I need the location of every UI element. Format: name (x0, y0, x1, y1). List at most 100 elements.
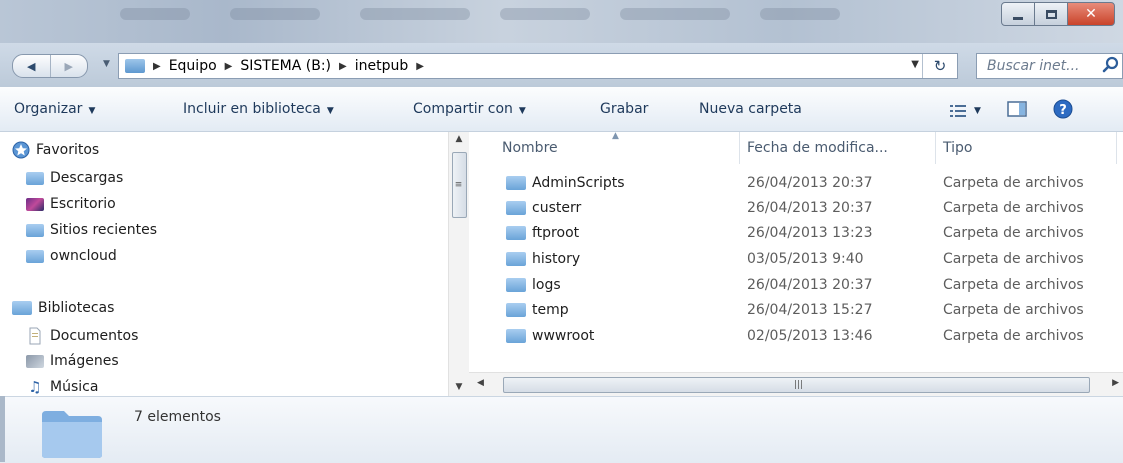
view-controls: ▼ ? (950, 99, 1073, 123)
music-icon: ♫ (28, 378, 42, 396)
chevron-down-icon: ▼ (518, 106, 526, 116)
column-divider[interactable] (935, 132, 936, 164)
file-date: 26/04/2013 15:27 (747, 301, 873, 318)
scrollbar-thumb[interactable]: ||| (503, 377, 1090, 393)
blurred-title-text (620, 8, 730, 20)
desktop-icon (26, 197, 44, 211)
breadcrumb-separator-icon[interactable]: ▶ (339, 61, 347, 72)
share-with-menu-button[interactable]: Compartir con ▼ (413, 101, 526, 117)
folder-icon (506, 277, 526, 292)
file-date: 03/05/2013 9:40 (747, 250, 864, 267)
breadcrumb-inetpub[interactable]: inetpub (355, 58, 409, 74)
folder-icon (506, 328, 526, 343)
window-frame-edge (0, 396, 5, 462)
file-type: Carpeta de archivos (943, 174, 1084, 191)
scroll-left-icon[interactable]: ◀ (477, 378, 484, 388)
column-header-name[interactable]: Nombre (502, 132, 558, 164)
sidebar-item-sitios-recientes[interactable]: Sitios recientes (26, 222, 157, 238)
preview-pane-button[interactable] (1007, 101, 1027, 121)
column-header-label: Nombre (502, 140, 558, 156)
table-row[interactable]: ftproot 26/04/2013 13:23 Carpeta de arch… (469, 220, 1123, 245)
maximize-button[interactable] (1034, 2, 1068, 26)
sidebar-item-descargas[interactable]: Descargas (26, 170, 123, 186)
recent-locations-dropdown[interactable]: ▼ (103, 59, 110, 69)
blurred-title-text (230, 8, 320, 20)
table-row[interactable]: wwwroot 02/05/2013 13:46 Carpeta de arch… (469, 323, 1123, 348)
sidebar-item-musica[interactable]: ♫ Música (26, 378, 98, 396)
sidebar-item-escritorio[interactable]: Escritorio (26, 196, 116, 212)
forward-arrow-icon: ▶ (64, 59, 73, 73)
favorites-star-icon (12, 141, 30, 159)
sidebar-item-favorites[interactable]: Favoritos (12, 141, 99, 159)
search-input[interactable]: Buscar inet... (987, 58, 1079, 74)
sidebar-label: Imágenes (50, 353, 119, 369)
recent-places-icon (26, 223, 44, 237)
file-date: 26/04/2013 20:37 (747, 276, 873, 293)
refresh-button[interactable]: ↻ (922, 54, 957, 78)
file-date: 02/05/2013 13:46 (747, 327, 873, 344)
file-name: history (532, 250, 581, 267)
new-folder-button[interactable]: Nueva carpeta (699, 101, 802, 117)
search-box[interactable]: Buscar inet... (976, 53, 1123, 79)
scroll-down-icon[interactable]: ▼ (449, 382, 469, 392)
table-row[interactable]: history 03/05/2013 9:40 Carpeta de archi… (469, 246, 1123, 271)
file-type: Carpeta de archivos (943, 224, 1084, 241)
column-header-label: Tipo (943, 140, 973, 156)
column-header-date[interactable]: Fecha de modifica... (747, 132, 888, 164)
preview-pane-icon (1007, 101, 1027, 117)
address-history-dropdown-icon[interactable]: ▼ (911, 59, 919, 70)
folder-icon (26, 249, 44, 263)
sidebar-item-documentos[interactable]: Documentos (26, 327, 138, 345)
scroll-right-icon[interactable]: ▶ (1112, 378, 1119, 388)
column-divider[interactable] (739, 132, 740, 164)
close-button[interactable]: ✕ (1067, 2, 1115, 26)
file-name: temp (532, 301, 569, 318)
sidebar-item-bibliotecas[interactable]: Bibliotecas (12, 300, 114, 316)
back-button[interactable]: ◀ (13, 55, 50, 77)
sidebar-label: Música (50, 379, 99, 395)
command-bar: Organizar ▼ Incluir en biblioteca ▼ Compar… (0, 87, 1123, 132)
minimize-icon (1013, 16, 1023, 20)
scroll-up-icon[interactable]: ▲ (449, 134, 469, 144)
minimize-button[interactable] (1001, 2, 1035, 26)
sidebar-label: owncloud (50, 248, 117, 264)
file-type: Carpeta de archivos (943, 301, 1084, 318)
sidebar-label: Escritorio (50, 196, 116, 212)
file-list-horizontal-scrollbar[interactable]: ◀ ||| ▶ (469, 372, 1123, 397)
breadcrumb-drive[interactable]: SISTEMA (B:) (240, 58, 331, 74)
column-divider[interactable] (1116, 132, 1117, 164)
forward-button[interactable]: ▶ (49, 55, 88, 77)
table-row[interactable]: logs 26/04/2013 20:37 Carpeta de archivo… (469, 272, 1123, 297)
refresh-icon: ↻ (933, 57, 947, 75)
help-button[interactable]: ? (1053, 99, 1073, 123)
sidebar-item-imagenes[interactable]: Imágenes (26, 353, 119, 369)
blurred-title-text (120, 8, 190, 20)
burn-button[interactable]: Grabar (600, 101, 648, 117)
sidebar-label: Favoritos (36, 142, 100, 158)
breadcrumb-equipo[interactable]: Equipo (169, 58, 217, 74)
table-row[interactable]: custerr 26/04/2013 20:37 Carpeta de arch… (469, 195, 1123, 220)
sidebar-item-owncloud[interactable]: owncloud (26, 248, 117, 264)
blurred-title-text (760, 8, 840, 20)
file-list: Nombre ▲ Fecha de modifica... Tipo Admin… (469, 131, 1123, 372)
organize-label: Organizar (14, 101, 83, 117)
address-bar[interactable]: ▶ Equipo ▶ SISTEMA (B:) ▶ inetpub ▶ ▼ ↻ (118, 53, 958, 79)
include-library-menu-button[interactable]: Incluir en biblioteca ▼ (183, 101, 334, 117)
table-row[interactable]: temp 26/04/2013 15:27 Carpeta de archivo… (469, 297, 1123, 322)
change-view-button[interactable]: ▼ (950, 104, 981, 118)
scrollbar-grip-icon: ||| (794, 380, 804, 390)
file-name: wwwroot (532, 327, 595, 344)
breadcrumb-separator-icon[interactable]: ▶ (225, 61, 233, 72)
table-row[interactable]: AdminScripts 26/04/2013 20:37 Carpeta de… (469, 170, 1123, 195)
folder-icon (125, 59, 145, 73)
search-icon[interactable] (1102, 56, 1120, 74)
sidebar-label: Documentos (50, 328, 139, 344)
navigation-pane-scrollbar[interactable]: ▲ ≡ ▼ (448, 132, 470, 396)
file-type: Carpeta de archivos (943, 250, 1084, 267)
help-icon: ? (1053, 99, 1073, 119)
breadcrumb-separator-icon[interactable]: ▶ (416, 61, 424, 72)
breadcrumb-separator-icon[interactable]: ▶ (153, 61, 161, 72)
column-header-type[interactable]: Tipo (943, 132, 972, 164)
folder-icon (506, 302, 526, 317)
organize-menu-button[interactable]: Organizar ▼ (14, 101, 95, 117)
